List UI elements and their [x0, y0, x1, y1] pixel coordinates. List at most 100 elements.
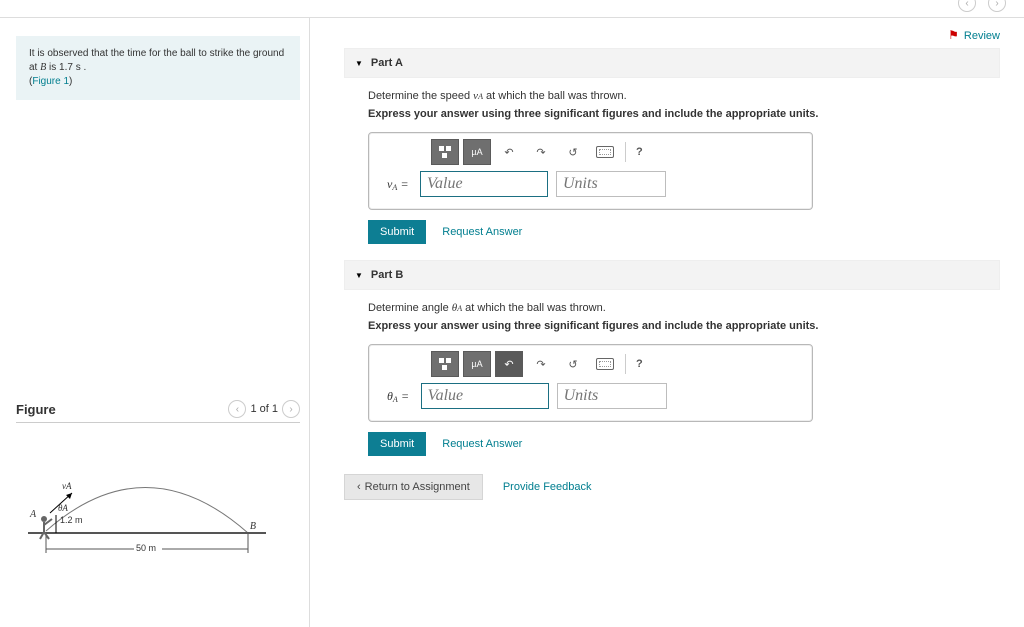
figure-next-button[interactable]: ›: [282, 400, 300, 418]
page-body: It is observed that the time for the bal…: [0, 18, 1024, 627]
symbols-button[interactable]: µA: [463, 351, 491, 377]
part-b-symbol-sub: A: [457, 304, 462, 313]
figure-nav: ‹ 1 of 1 ›: [228, 400, 300, 418]
chevron-left-icon: ‹: [965, 0, 968, 9]
part-b-prompt: Determine angle θA at which the ball was…: [368, 302, 990, 314]
toolbar-help-button[interactable]: ?: [632, 358, 647, 370]
part-a-instruction: Express your answer using three signific…: [368, 108, 990, 120]
part-a-submit-button[interactable]: Submit: [368, 220, 426, 244]
part-b-prompt-post: at which the ball was thrown.: [465, 302, 606, 314]
part-a-units-input[interactable]: [556, 171, 666, 197]
symbols-label: µA: [471, 147, 482, 157]
figure-image: vA θA A B 1.2 m 50 m: [16, 453, 276, 563]
toolbar-separator: [625, 354, 626, 374]
part-b-toolbar: µA ↶ ↷ ↺ ?: [377, 351, 804, 377]
part-b-prompt-pre: Determine angle: [368, 302, 452, 314]
review-row: ⚑ Review: [344, 28, 1000, 42]
figure-title: Figure: [16, 402, 56, 417]
part-b-request-answer[interactable]: Request Answer: [442, 438, 522, 450]
problem-pager: ‹ ›: [958, 0, 1006, 12]
return-to-assignment-button[interactable]: ‹ Return to Assignment: [344, 474, 483, 500]
part-b-instruction: Express your answer using three signific…: [368, 320, 990, 332]
part-b-units-input[interactable]: [557, 383, 667, 409]
keyboard-button[interactable]: [591, 139, 619, 165]
redo-button[interactable]: ↷: [527, 351, 555, 377]
chevron-left-icon: ‹: [236, 404, 239, 415]
part-b: ▼ Part B Determine angle θA at which the…: [344, 260, 1000, 460]
part-a-prompt: Determine the speed vA at which the ball…: [368, 90, 990, 102]
part-b-lhs-sub: A: [393, 395, 398, 404]
caret-down-icon: ▼: [355, 59, 363, 68]
footer-row: ‹ Return to Assignment Provide Feedback: [344, 474, 1000, 500]
next-problem-button[interactable]: ›: [988, 0, 1006, 12]
figure-prev-button[interactable]: ‹: [228, 400, 246, 418]
reset-icon: ↺: [568, 146, 577, 159]
provide-feedback-link[interactable]: Provide Feedback: [503, 481, 592, 493]
equals-sign: =: [402, 389, 409, 404]
fig-label-h: 1.2 m: [60, 515, 83, 525]
undo-icon: ↶: [504, 358, 513, 371]
symbols-label: µA: [471, 359, 482, 369]
part-a-body: Determine the speed vA at which the ball…: [344, 78, 1000, 248]
undo-button[interactable]: ↶: [495, 351, 523, 377]
caret-down-icon: ▼: [355, 271, 363, 280]
left-column: It is observed that the time for the bal…: [0, 18, 310, 627]
part-a-toolbar: µA ↶ ↷ ↺ ?: [377, 139, 804, 165]
keyboard-icon: [596, 146, 614, 158]
problem-statement: It is observed that the time for the bal…: [16, 36, 300, 100]
chevron-left-icon: ‹: [357, 481, 361, 493]
part-a-prompt-post: at which the ball was thrown.: [486, 90, 627, 102]
part-b-value-input[interactable]: [421, 383, 549, 409]
figure-counter: 1 of 1: [250, 403, 278, 415]
redo-icon: ↷: [536, 146, 545, 159]
fig-label-theta: θA: [58, 503, 68, 513]
toolbar-help-button[interactable]: ?: [632, 146, 647, 158]
redo-icon: ↷: [536, 358, 545, 371]
part-b-submit-row: Submit Request Answer: [368, 432, 990, 456]
part-b-title: Part B: [371, 269, 403, 281]
part-a-lhs: vA =: [387, 177, 412, 192]
part-a-submit-row: Submit Request Answer: [368, 220, 990, 244]
part-a-value-row: vA =: [377, 171, 804, 197]
symbols-button[interactable]: µA: [463, 139, 491, 165]
part-a-request-answer[interactable]: Request Answer: [442, 226, 522, 238]
right-column: ⚑ Review ▼ Part A Determine the speed vA…: [310, 18, 1024, 627]
prev-problem-button[interactable]: ‹: [958, 0, 976, 12]
top-bar: ‹ ›: [0, 0, 1024, 18]
problem-text-2: is: [49, 62, 59, 73]
chevron-right-icon: ›: [995, 0, 998, 9]
redo-button[interactable]: ↷: [527, 139, 555, 165]
reset-button[interactable]: ↺: [559, 139, 587, 165]
undo-icon: ↶: [504, 146, 513, 159]
reset-icon: ↺: [568, 358, 577, 371]
keyboard-icon: [596, 358, 614, 370]
part-b-submit-button[interactable]: Submit: [368, 432, 426, 456]
problem-var-b: B: [40, 62, 46, 73]
part-a: ▼ Part A Determine the speed vA at which…: [344, 48, 1000, 248]
part-a-title: Part A: [371, 57, 403, 69]
reset-button[interactable]: ↺: [559, 351, 587, 377]
fig-label-d: 50 m: [136, 543, 156, 553]
review-link[interactable]: Review: [964, 30, 1000, 42]
undo-button[interactable]: ↶: [495, 139, 523, 165]
part-b-value-row: θA =: [377, 383, 804, 409]
part-b-header[interactable]: ▼ Part B: [344, 260, 1000, 290]
part-a-value-input[interactable]: [420, 171, 548, 197]
fig-label-a: A: [30, 509, 36, 520]
templates-button[interactable]: [431, 139, 459, 165]
part-b-answer-card: µA ↶ ↷ ↺ ? θA =: [368, 344, 813, 422]
return-label: Return to Assignment: [365, 481, 470, 493]
templates-button[interactable]: [431, 351, 459, 377]
problem-text-3: .: [83, 62, 86, 73]
part-a-lhs-sub: A: [392, 183, 397, 192]
problem-time: 1.7 s: [59, 62, 81, 73]
fig-label-b: B: [250, 521, 256, 532]
part-a-prompt-pre: Determine the speed: [368, 90, 473, 102]
figure-link[interactable]: Figure 1: [32, 76, 69, 87]
part-a-header[interactable]: ▼ Part A: [344, 48, 1000, 78]
keyboard-button[interactable]: [591, 351, 619, 377]
equals-sign: =: [401, 177, 408, 192]
toolbar-separator: [625, 142, 626, 162]
chevron-right-icon: ›: [289, 404, 292, 415]
figure-header: Figure ‹ 1 of 1 ›: [16, 400, 300, 423]
